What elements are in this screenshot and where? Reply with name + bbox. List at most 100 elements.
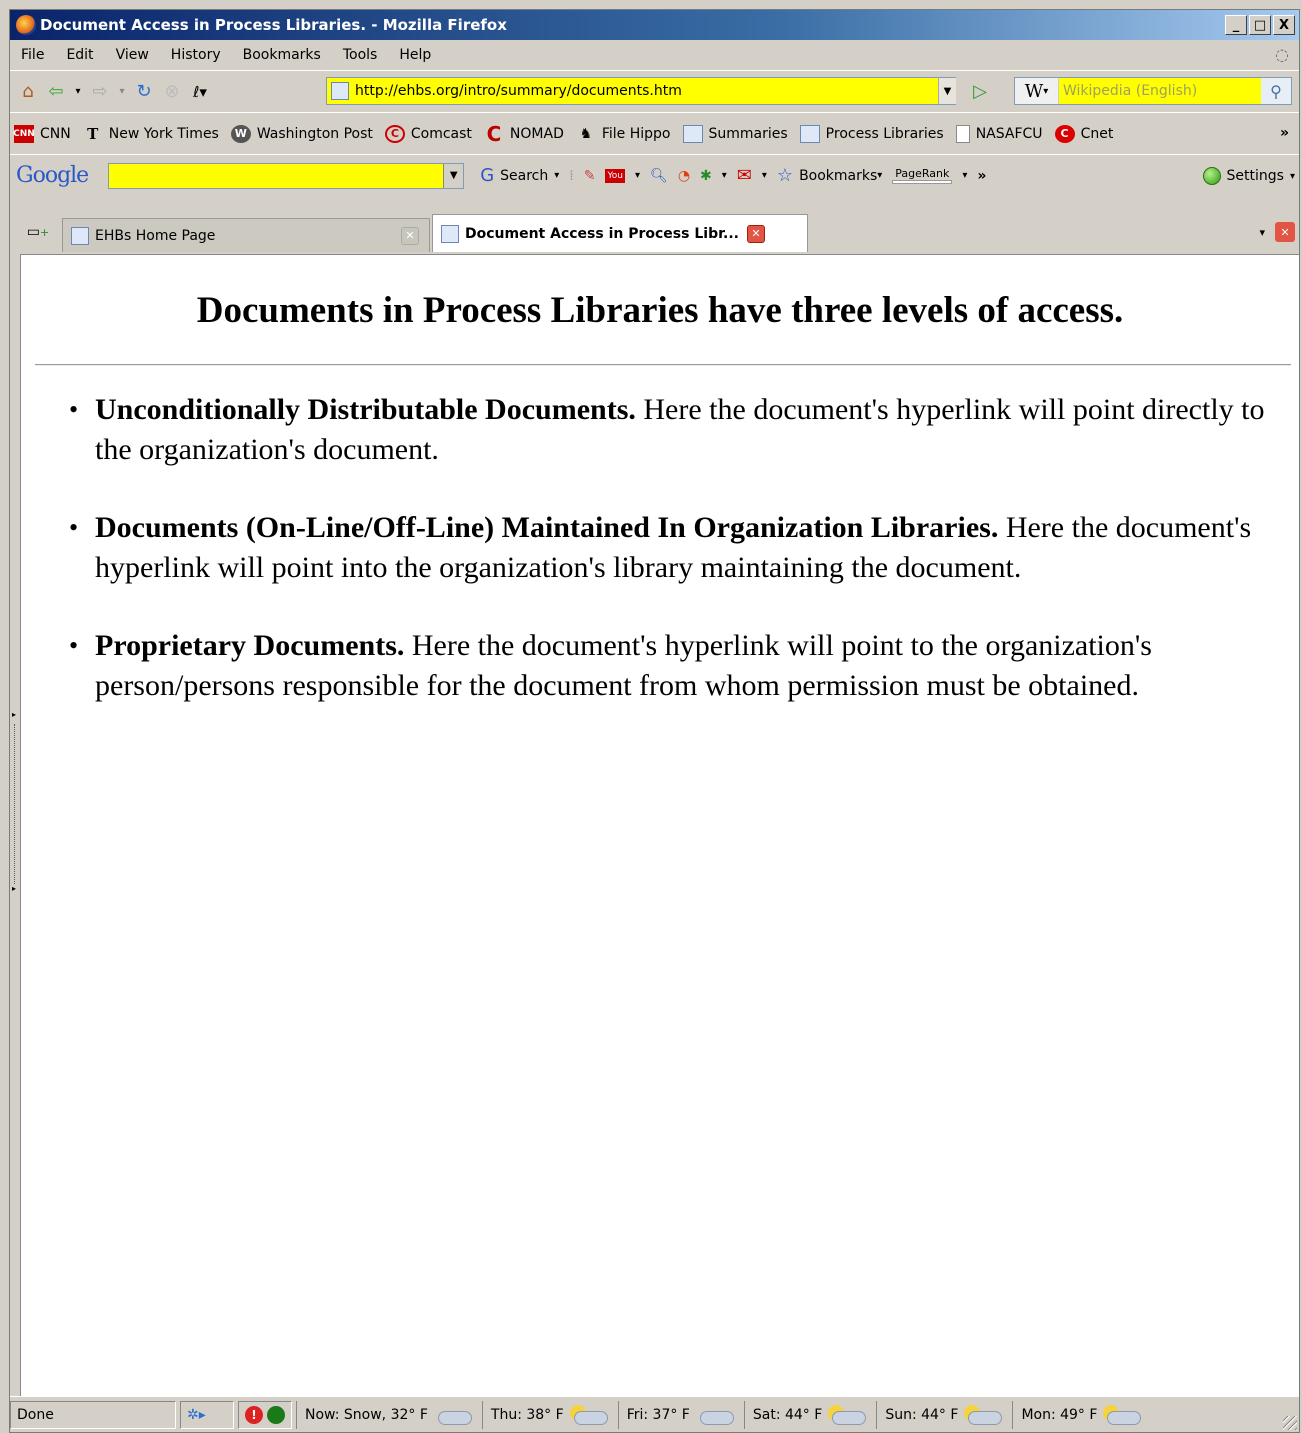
pagerank-indicator[interactable]: PageRank <box>892 167 953 184</box>
menu-help[interactable]: Help <box>388 47 442 63</box>
list-all-tabs-icon[interactable]: ▾ <box>1259 226 1265 239</box>
menu-history[interactable]: History <box>160 47 232 63</box>
magnifier-icon[interactable]: ⚲ <box>1261 78 1291 104</box>
stop-icon[interactable]: ⊗ <box>160 80 184 104</box>
menu-bar: File Edit View History Bookmarks Tools H… <box>10 40 1299 70</box>
weather-thu[interactable]: Thu: 38° F <box>481 1400 618 1429</box>
url-history-dropdown-icon[interactable]: ▼ <box>938 78 956 104</box>
bookmark-label: Summaries <box>708 125 788 142</box>
engine-letter: W <box>1024 80 1044 102</box>
youtube-icon[interactable]: You <box>605 168 625 183</box>
weather-label: Thu: 38° F <box>490 1406 564 1423</box>
gmail-dropdown-icon[interactable]: ▾ <box>762 170 767 181</box>
google-search-input[interactable]: ▼ <box>108 162 465 189</box>
google-settings-button[interactable]: Settings ▾ <box>1202 167 1295 185</box>
popup-blocker-icon[interactable]: ✎ <box>584 168 596 184</box>
google-bookmarks-button[interactable]: ☆ Bookmarks ▾ <box>777 165 882 186</box>
back-button-icon[interactable]: ⇦ <box>44 80 68 104</box>
close-tab-icon[interactable]: ✕ <box>746 224 765 243</box>
back-dropdown-icon[interactable]: ▾ <box>72 80 84 104</box>
status-green-icon <box>1202 167 1221 185</box>
minimize-button[interactable]: _ <box>1225 15 1247 35</box>
go-arrow-icon[interactable]: ▷ <box>966 78 994 104</box>
bookmark-filehippo[interactable]: ♞ File Hippo <box>576 125 671 143</box>
menu-bookmarks[interactable]: Bookmarks <box>232 47 332 63</box>
item-title: Documents (On-Line/Off-Line) Maintained … <box>95 511 999 544</box>
sidebar-grip-handle[interactable]: ▸ ▸ <box>10 710 20 900</box>
tab-strip: ▭ + EHBs Home Page ✕ Document Access in P… <box>10 210 1299 252</box>
close-tab-icon[interactable]: ✕ <box>401 226 419 245</box>
weather-fri[interactable]: Fri: 37° F <box>617 1400 744 1429</box>
item-title: Unconditionally Distributable Documents. <box>95 393 636 426</box>
weather-label: Now: Snow, 32° F <box>305 1406 428 1423</box>
alert-icon[interactable]: ! <box>245 1405 263 1424</box>
reload-icon[interactable]: ↻ <box>132 80 156 104</box>
bookmark-nyt[interactable]: T New York Times <box>83 125 219 143</box>
weather-now[interactable]: Now: Snow, 32° F <box>296 1400 482 1429</box>
wikipedia-engine-icon[interactable]: W ▾ <box>1015 78 1059 104</box>
script-icon[interactable]: ℓ▾ <box>188 80 212 104</box>
gmail-icon[interactable]: ✉ <box>737 165 752 186</box>
tab-label: EHBs Home Page <box>95 227 216 244</box>
bookmark-wapo[interactable]: W Washington Post <box>230 124 373 143</box>
forward-dropdown-icon[interactable]: ▾ <box>116 80 128 104</box>
tab-ehbs-home[interactable]: EHBs Home Page ✕ <box>62 218 430 252</box>
weather-mon[interactable]: Mon: 49° F <box>1012 1400 1151 1429</box>
forward-button-icon[interactable]: ⇨ <box>88 80 112 104</box>
google-search-button[interactable]: G Search ▾ <box>480 165 559 186</box>
star-icon: ☆ <box>776 165 794 186</box>
menu-edit[interactable]: Edit <box>55 47 104 63</box>
google-toolbar-overflow-chevron-icon[interactable]: » <box>977 168 986 184</box>
tab-document-access[interactable]: Document Access in Process Libr... ✕ <box>432 214 808 252</box>
pagerank-dropdown-icon[interactable]: ▾ <box>962 170 967 181</box>
green-status-icon[interactable] <box>267 1405 285 1424</box>
maximize-button[interactable]: □ <box>1249 15 1271 35</box>
picasa-icon[interactable]: ◔ <box>678 168 690 184</box>
list-item: Unconditionally Distributable Documents.… <box>69 390 1289 470</box>
cnet-icon: C <box>1054 124 1075 143</box>
weather-sat[interactable]: Sat: 44° F <box>743 1400 876 1429</box>
nyt-icon: T <box>87 124 99 143</box>
youtube-dropdown-icon[interactable]: ▾ <box>635 170 640 181</box>
menu-file[interactable]: File <box>10 47 55 63</box>
translate-icon[interactable]: ✱ <box>700 168 712 184</box>
url-bar[interactable]: http://ehbs.org/intro/summary/documents.… <box>326 77 956 105</box>
tab-label: Document Access in Process Libr... <box>465 225 739 242</box>
page-icon <box>799 124 820 143</box>
bookmark-nomad[interactable]: C NOMAD <box>484 122 564 146</box>
google-search-dropdown-icon[interactable]: ▼ <box>443 163 464 188</box>
close-active-tab-icon[interactable]: ✕ <box>1275 222 1295 242</box>
menu-view[interactable]: View <box>105 47 160 63</box>
bookmark-summaries[interactable]: Summaries <box>682 124 788 143</box>
new-tab-icon[interactable]: ▭ + <box>14 216 62 248</box>
addon-status-icon[interactable]: ✲▸ <box>180 1400 234 1429</box>
google-logo[interactable]: Google <box>16 163 89 188</box>
partly-cloudy-icon <box>1103 1404 1143 1425</box>
bookmark-process-libraries[interactable]: Process Libraries <box>799 124 944 143</box>
tab-controls: ▾ ✕ <box>1259 222 1295 242</box>
bookmark-cnn[interactable]: CNN CNN <box>13 124 71 143</box>
wapo-icon: W <box>230 124 251 143</box>
weather-sun[interactable]: Sun: 44° F <box>876 1400 1012 1429</box>
blank-page-icon <box>955 124 970 143</box>
window-title: Document Access in Process Libraries. - … <box>40 16 507 34</box>
search-input[interactable]: Wikipedia (English) <box>1059 78 1261 104</box>
google-logo-text: Google <box>16 163 89 188</box>
browser-window: Document Access in Process Libraries. - … <box>9 9 1300 1433</box>
bookmark-cnet[interactable]: C Cnet <box>1054 124 1113 143</box>
snow-cloud-icon <box>434 1405 474 1425</box>
google-search-icon[interactable]: 🔍︎ <box>650 168 668 184</box>
resize-grip-icon[interactable] <box>1283 1416 1297 1430</box>
bookmarks-toolbar: CNN CNN T New York Times W Washington Post … <box>10 112 1299 154</box>
bookmark-comcast[interactable]: C Comcast <box>384 124 472 143</box>
bookmarks-overflow-chevron-icon[interactable]: » <box>1280 125 1289 141</box>
search-box[interactable]: W ▾ Wikipedia (English) ⚲ <box>1014 77 1292 105</box>
bookmark-nasafcu[interactable]: NASAFCU <box>955 124 1043 143</box>
translate-dropdown-icon[interactable]: ▾ <box>722 170 727 181</box>
weather-label: Mon: 49° F <box>1021 1406 1098 1423</box>
partly-cloudy-icon <box>828 1404 868 1425</box>
list-item: Documents (On-Line/Off-Line) Maintained … <box>69 508 1289 588</box>
home-icon[interactable]: ⌂ <box>16 80 40 104</box>
menu-tools[interactable]: Tools <box>332 47 389 63</box>
close-window-button[interactable]: X <box>1273 15 1295 35</box>
